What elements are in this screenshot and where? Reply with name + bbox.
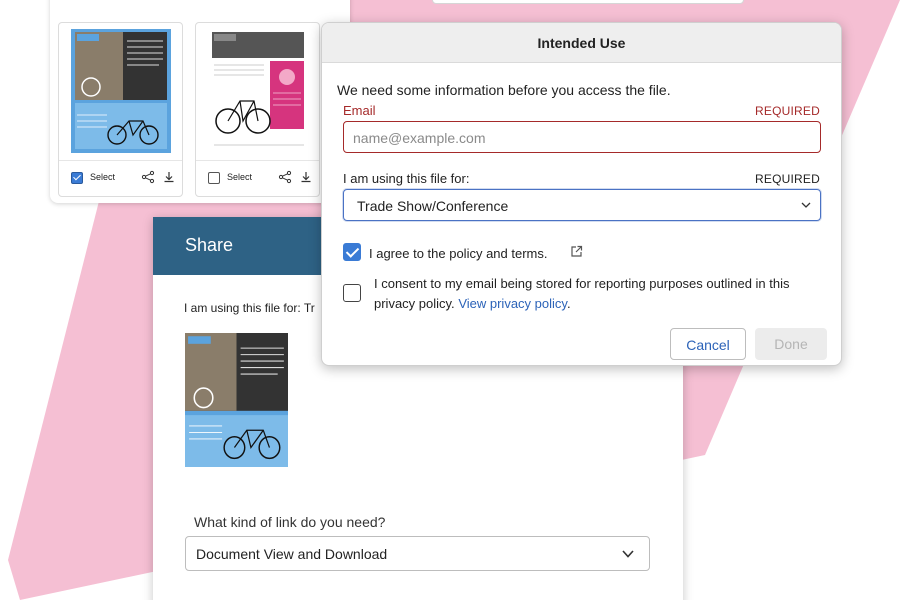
asset-thumbnail[interactable]: [71, 29, 171, 153]
view-privacy-policy-link[interactable]: View privacy policy: [458, 296, 567, 311]
share-file-thumbnail: [185, 333, 288, 467]
tile-footer: Select: [196, 160, 319, 198]
intended-use-value: Trade Show/Conference: [357, 198, 509, 214]
email-label: Email: [343, 103, 376, 118]
asset-grid-card: Select Select: [50, 0, 350, 203]
intended-use-select[interactable]: Trade Show/Conference: [343, 189, 821, 221]
external-link-icon[interactable]: [570, 245, 583, 258]
link-type-label: What kind of link do you need?: [194, 514, 386, 530]
chevron-down-icon: [801, 202, 811, 208]
tile-footer: Select: [59, 160, 182, 198]
asset-thumbnail[interactable]: [208, 29, 308, 153]
intended-use-required-tag: REQUIRED: [755, 172, 820, 186]
download-icon[interactable]: [299, 170, 313, 184]
share-icon[interactable]: [141, 170, 155, 184]
dialog-intro-text: We need some information before you acce…: [337, 82, 671, 98]
select-label: Select: [90, 172, 116, 182]
select-checkbox[interactable]: [71, 172, 83, 184]
agree-label: I agree to the policy and terms.: [369, 246, 548, 261]
agree-checkbox[interactable]: [343, 243, 361, 261]
intended-use-dialog: Intended Use We need some information be…: [321, 22, 842, 366]
top-right-field[interactable]: [432, 0, 744, 4]
dialog-title: Intended Use: [322, 23, 841, 63]
select-checkbox[interactable]: [208, 172, 220, 184]
download-icon[interactable]: [162, 170, 176, 184]
asset-tile[interactable]: Select: [195, 22, 320, 197]
email-required-tag: REQUIRED: [755, 104, 820, 118]
email-field[interactable]: name@example.com: [343, 121, 821, 153]
intended-use-label: I am using this file for:: [343, 171, 470, 186]
consent-checkbox[interactable]: [343, 284, 361, 302]
share-icon[interactable]: [278, 170, 292, 184]
email-placeholder: name@example.com: [353, 130, 486, 146]
link-type-select[interactable]: Document View and Download: [185, 536, 650, 571]
select-label: Select: [227, 172, 253, 182]
link-type-value: Document View and Download: [196, 546, 388, 562]
consent-text: I consent to my email being stored for r…: [374, 276, 790, 311]
done-button[interactable]: Done: [755, 328, 827, 360]
cancel-button[interactable]: Cancel: [670, 328, 746, 360]
chevron-down-icon: [622, 550, 634, 558]
asset-tile[interactable]: Select: [58, 22, 183, 197]
